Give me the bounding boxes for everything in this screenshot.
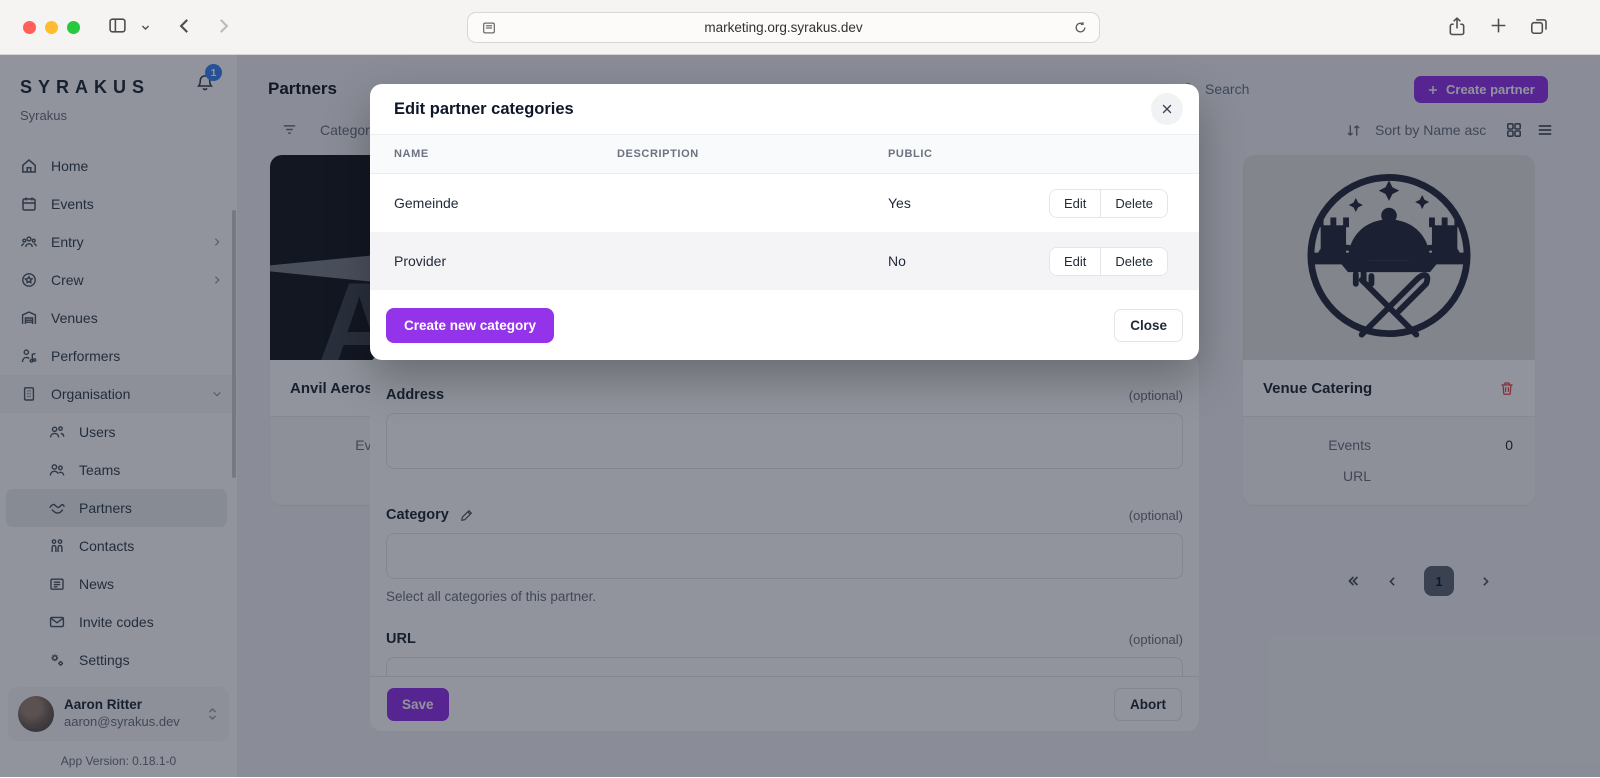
tab-overview-icon[interactable] bbox=[1529, 16, 1549, 36]
close-window-button[interactable] bbox=[23, 21, 36, 34]
minimize-window-button[interactable] bbox=[45, 21, 58, 34]
close-icon bbox=[1160, 102, 1174, 116]
edit-category-button[interactable]: Edit bbox=[1050, 190, 1100, 217]
column-description: DESCRIPTION bbox=[617, 148, 888, 160]
column-public: PUBLIC bbox=[888, 148, 1039, 160]
delete-category-button[interactable]: Delete bbox=[1100, 248, 1167, 275]
category-row-gemeinde: Gemeinde Yes Edit Delete bbox=[370, 174, 1199, 232]
category-public: Yes bbox=[888, 195, 1039, 211]
edit-category-button[interactable]: Edit bbox=[1050, 248, 1100, 275]
zoom-window-button[interactable] bbox=[67, 21, 80, 34]
browser-chrome: marketing.org.syrakus.dev bbox=[0, 0, 1600, 55]
site-settings-icon[interactable] bbox=[481, 20, 497, 36]
back-button[interactable] bbox=[175, 16, 195, 36]
category-name: Provider bbox=[394, 253, 617, 269]
new-tab-icon[interactable] bbox=[1489, 16, 1508, 35]
sidebar-chevron-icon[interactable] bbox=[140, 22, 151, 33]
category-row-provider: Provider No Edit Delete bbox=[370, 232, 1199, 290]
address-bar[interactable]: marketing.org.syrakus.dev bbox=[467, 12, 1100, 43]
reload-icon[interactable] bbox=[1073, 20, 1088, 35]
window-controls bbox=[23, 21, 80, 34]
column-name: NAME bbox=[394, 148, 617, 160]
category-public: No bbox=[888, 253, 1039, 269]
close-button[interactable]: Close bbox=[1114, 309, 1183, 342]
category-name: Gemeinde bbox=[394, 195, 617, 211]
modal-title: Edit partner categories bbox=[394, 100, 574, 119]
share-icon[interactable] bbox=[1447, 16, 1467, 37]
url-text: marketing.org.syrakus.dev bbox=[468, 20, 1099, 35]
edit-partner-categories-modal: Edit partner categories NAME DESCRIPTION… bbox=[370, 84, 1199, 360]
delete-category-button[interactable]: Delete bbox=[1100, 190, 1167, 217]
create-new-category-button[interactable]: Create new category bbox=[386, 308, 554, 343]
sidebar-toggle-icon[interactable] bbox=[107, 16, 128, 35]
close-modal-button[interactable] bbox=[1151, 93, 1183, 125]
categories-table-header: NAME DESCRIPTION PUBLIC bbox=[370, 134, 1199, 174]
forward-button[interactable] bbox=[213, 16, 233, 36]
app-window: SYRAKUS 1 Syrakus Home Events Entry Crew bbox=[0, 55, 1600, 777]
